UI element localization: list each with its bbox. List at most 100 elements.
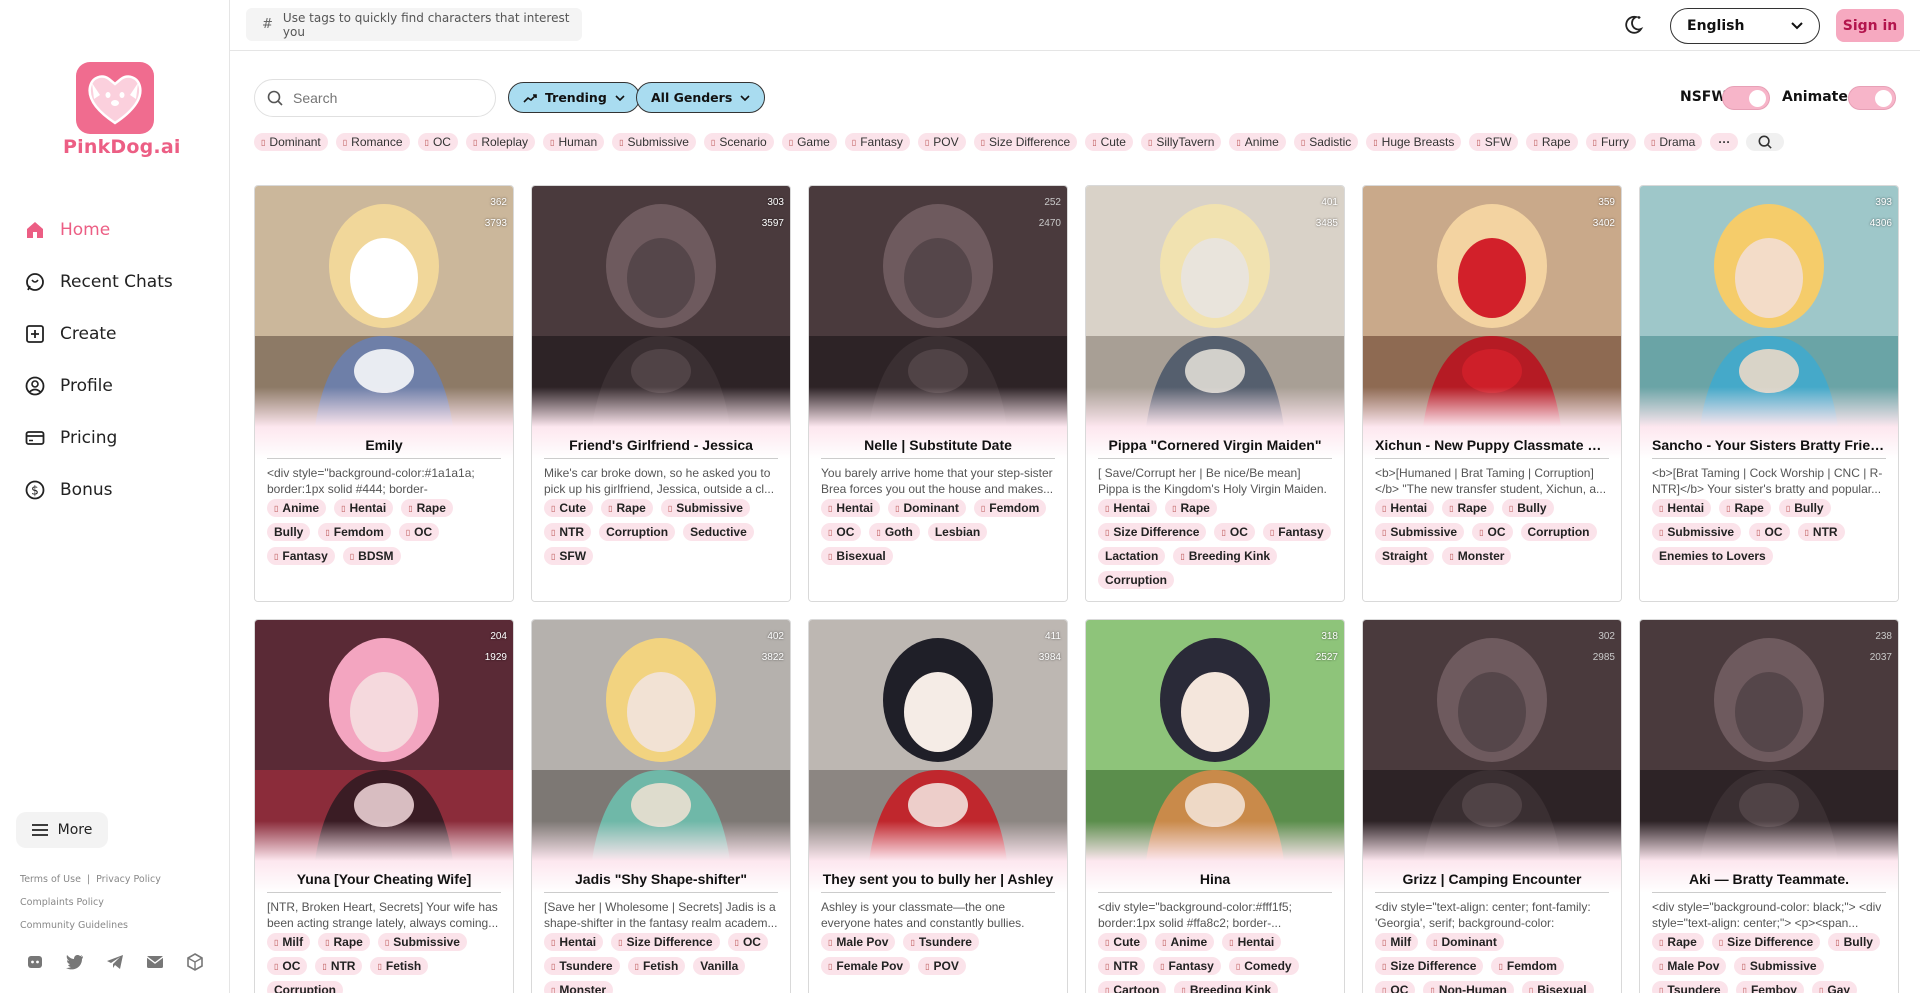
terms-link[interactable]: Terms of Use [20,874,81,885]
card-tag[interactable]: ▯ Hentai [1375,499,1435,517]
character-search[interactable] [254,79,496,117]
tag-filter-romance[interactable]: ▯ Romance [335,133,410,151]
card-tag[interactable]: ▯ Male Pov [1652,957,1727,975]
card-tag[interactable]: ▯ Non-Human [1423,981,1514,993]
card-tag[interactable]: Corruption [599,523,676,541]
tag-filter-game[interactable]: ▯ Game [781,133,837,151]
card-tag[interactable]: Corruption [1098,571,1174,589]
card-tag[interactable]: ▯ Femdom [318,523,391,541]
tag-filter-sfw[interactable]: ▯ SFW [1469,133,1519,151]
tag-filter-sillytavern[interactable]: ▯ SillyTavern [1140,133,1222,151]
card-tag[interactable]: ▯ OC [1749,523,1790,541]
tag-search-input[interactable]: # Use tags to quickly find characters th… [246,8,582,41]
character-card[interactable]: 402 3822 Jadis "Shy Shape-shifter" [Save he… [531,619,791,993]
tag-filter-pov[interactable]: ▯ POV [917,133,966,151]
more-tags-button[interactable]: ··· [1710,133,1739,151]
card-tag[interactable]: ▯ Femdom [1491,957,1564,975]
card-tag[interactable]: ▯ Dominant [1426,933,1504,951]
sidebar-item-profile[interactable]: Profile [24,360,214,412]
package-icon[interactable] [186,953,204,971]
card-tag[interactable]: Enemies to Lovers [1652,547,1773,565]
character-card[interactable]: 302 2985 Grizz | Camping Encounter <div sty… [1362,619,1622,993]
card-tag[interactable]: ▯ Fetish [370,957,429,975]
character-card[interactable]: 252 2470 Nelle | Substitute Date You barely… [808,185,1068,602]
mail-icon[interactable] [146,953,164,971]
card-tag[interactable]: ▯ Hentai [334,499,394,517]
card-tag[interactable]: ▯ Cartoon [1098,981,1167,993]
character-card[interactable]: 411 3984 They sent you to bully her | Ashl… [808,619,1068,993]
card-tag[interactable]: ▯ Hentai [1098,499,1158,517]
card-tag[interactable]: ▯ Bully [1778,499,1831,517]
card-tag[interactable]: ▯ Hentai [544,933,604,951]
card-tag[interactable]: ▯ Anime [1155,933,1215,951]
card-tag[interactable]: Corruption [1520,523,1597,541]
card-tag[interactable]: ▯ Submissive [1375,523,1465,541]
nsfw-toggle[interactable] [1722,86,1770,110]
card-tag[interactable]: ▯ Dominant [888,499,966,517]
telegram-icon[interactable] [106,953,124,971]
card-tag[interactable]: ▯ Comedy [1228,957,1299,975]
sort-dropdown[interactable]: Trending [508,82,640,113]
discord-icon[interactable] [26,953,44,971]
tag-filter-roleplay[interactable]: ▯ Roleplay [465,133,536,151]
card-tag[interactable]: ▯ Rape [1652,933,1704,951]
tag-filter-dominant[interactable]: ▯ Dominant [254,133,328,151]
language-select[interactable]: English [1670,8,1820,44]
sidebar-item-recent-chats[interactable]: Recent Chats [24,256,214,308]
character-card[interactable]: 318 2527 Hina <div style="background-color:… [1085,619,1345,993]
card-tag[interactable]: ▯ Bully [1828,933,1880,951]
animated-toggle[interactable] [1848,86,1896,110]
character-card[interactable]: 362 3793 Emily <div style="background-color… [254,185,514,602]
card-tag[interactable]: ▯ Femboy [1735,981,1804,993]
card-tag[interactable]: ▯ OC [1472,523,1513,541]
more-button[interactable]: More [16,812,108,848]
card-tag[interactable]: Lactation [1098,547,1166,565]
search-input[interactable] [293,90,473,106]
brand-logo[interactable]: PinkDog.ai [63,62,180,158]
card-tag[interactable]: ▯ POV [918,957,966,975]
card-tag[interactable]: ▯ Fantasy [267,547,335,565]
privacy-link[interactable]: Privacy Policy [96,874,161,885]
card-tag[interactable]: ▯ Bully [1501,499,1554,517]
card-tag[interactable]: ▯ Cute [1098,933,1148,951]
sidebar-item-pricing[interactable]: Pricing [24,412,214,464]
card-tag[interactable]: ▯ Hentai [1222,933,1282,951]
card-tag[interactable]: ▯ Rape [401,499,453,517]
gender-dropdown[interactable]: All Genders [636,82,766,113]
tag-search-button[interactable] [1746,133,1785,151]
tag-filter-huge-breasts[interactable]: ▯ Huge Breasts [1366,133,1462,151]
card-tag[interactable]: ▯ Breeding Kink [1174,981,1279,993]
card-tag[interactable]: Straight [1375,547,1435,565]
card-tag[interactable]: ▯ BDSM [342,547,401,565]
card-tag[interactable]: ▯ Submissive [1652,523,1742,541]
card-tag[interactable]: ▯ Goth [869,523,920,541]
card-tag[interactable]: Corruption [267,981,343,993]
card-tag[interactable]: Seductive [683,523,754,541]
card-tag[interactable]: ▯ Submissive [660,499,750,517]
card-tag[interactable]: ▯ Milf [267,933,311,951]
card-tag[interactable]: ▯ Breeding Kink [1173,547,1278,565]
card-tag[interactable]: ▯ Rape [1442,499,1494,517]
card-tag[interactable]: ▯ Bisexual [821,547,893,565]
character-card[interactable]: 401 3485 Pippa "Cornered Virgin Maiden" [ S… [1085,185,1345,602]
tag-filter-scenario[interactable]: ▯ Scenario [703,133,774,151]
sidebar-item-bonus[interactable]: $ Bonus [24,464,214,516]
tag-filter-drama[interactable]: ▯ Drama [1643,133,1703,151]
moon-icon[interactable] [1622,14,1644,36]
tag-filter-oc[interactable]: ▯ OC [417,133,458,151]
card-tag[interactable]: ▯ OC [727,933,768,951]
tag-filter-submissive[interactable]: ▯ Submissive [612,133,696,151]
card-tag[interactable]: Lesbian [927,523,988,541]
tag-filter-size-difference[interactable]: ▯ Size Difference [973,133,1078,151]
character-card[interactable]: 204 1929 Yuna [Your Cheating Wife] [NTR, Br… [254,619,514,993]
card-tag[interactable]: ▯ Tsundere [1652,981,1728,993]
card-tag[interactable]: ▯ OC [398,523,440,541]
card-tag[interactable]: ▯ Femdom [973,499,1047,517]
card-tag[interactable]: ▯ OC [1214,523,1255,541]
card-tag[interactable]: ▯ Fetish [627,957,686,975]
card-tag[interactable]: Vanilla [693,957,746,975]
card-tag[interactable]: ▯ Submissive [377,933,467,951]
tag-filter-fantasy[interactable]: ▯ Fantasy [844,133,910,151]
card-tag[interactable]: ▯ Size Difference [1375,957,1484,975]
sign-in-button[interactable]: Sign in [1836,9,1904,42]
